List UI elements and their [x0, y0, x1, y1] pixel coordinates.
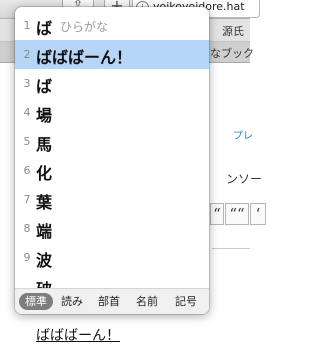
- candidate-annotation: ひらがな: [60, 20, 109, 34]
- single-quote-button[interactable]: ‘: [250, 203, 266, 225]
- candidate-text: ば: [36, 77, 53, 96]
- bookmark-item[interactable]: 源氏: [222, 23, 244, 39]
- candidate-row[interactable]: 7 葉: [15, 185, 209, 214]
- candidate-number: 3: [23, 77, 31, 90]
- candidate-number: 6: [23, 164, 31, 177]
- candidate-text: 葉: [36, 193, 53, 212]
- candidate-text: 場: [36, 106, 53, 125]
- candidate-number: 7: [23, 193, 31, 206]
- candidate-row-selected[interactable]: 2 ばばばーん！: [15, 40, 209, 69]
- sort-mode-standard[interactable]: 標準: [19, 293, 53, 310]
- candidate-row[interactable]: 8 端: [15, 214, 209, 243]
- sort-mode-bar: 標準 読み 部首 名前 記号: [15, 288, 209, 314]
- candidate-number: 4: [23, 106, 31, 119]
- candidate-row[interactable]: 6 化: [15, 156, 209, 185]
- candidate-number: 9: [23, 251, 31, 264]
- candidate-number: 8: [23, 222, 31, 235]
- candidate-row[interactable]: 3 ば: [15, 69, 209, 98]
- ime-candidate-window: 1 ば ひらがな 2 ばばばーん！ 3 ば 4 場 5 馬 6 化 7 葉 8: [15, 7, 209, 314]
- candidate-row[interactable]: 5 馬: [15, 127, 209, 156]
- double-quote-button[interactable]: ““: [225, 203, 249, 225]
- candidate-number: 1: [23, 19, 31, 32]
- quote-button[interactable]: “: [210, 203, 224, 225]
- tab-title[interactable]: なブック: [210, 45, 254, 61]
- candidate-row[interactable]: 4 場: [15, 98, 209, 127]
- page-link[interactable]: プレ: [233, 127, 253, 142]
- candidate-row[interactable]: 1 ば ひらがな: [15, 11, 209, 40]
- candidate-text: ば: [36, 19, 53, 38]
- candidate-number: 5: [23, 135, 31, 148]
- candidate-text: 端: [36, 222, 53, 241]
- candidate-text: 馬: [36, 135, 53, 154]
- candidate-list: 1 ば ひらがな 2 ばばばーん！ 3 ば 4 場 5 馬 6 化 7 葉 8: [15, 11, 209, 288]
- candidate-text: 破: [36, 276, 52, 288]
- sort-mode-reading[interactable]: 読み: [55, 293, 89, 310]
- candidate-text: 波: [36, 251, 53, 270]
- sort-mode-radical[interactable]: 部首: [92, 293, 126, 310]
- divider: [212, 248, 250, 249]
- page-body-text: ンソー: [226, 172, 263, 186]
- candidate-row[interactable]: 9 波: [15, 243, 209, 272]
- candidate-row-partial[interactable]: 破: [15, 272, 209, 288]
- candidate-text: ばばばーん！: [36, 48, 133, 67]
- candidate-number: 2: [23, 48, 31, 61]
- sort-mode-symbol[interactable]: 記号: [168, 293, 204, 310]
- composing-text[interactable]: ばばばーん！: [36, 325, 120, 345]
- candidate-text: 化: [36, 164, 53, 183]
- sort-mode-name[interactable]: 名前: [129, 293, 165, 310]
